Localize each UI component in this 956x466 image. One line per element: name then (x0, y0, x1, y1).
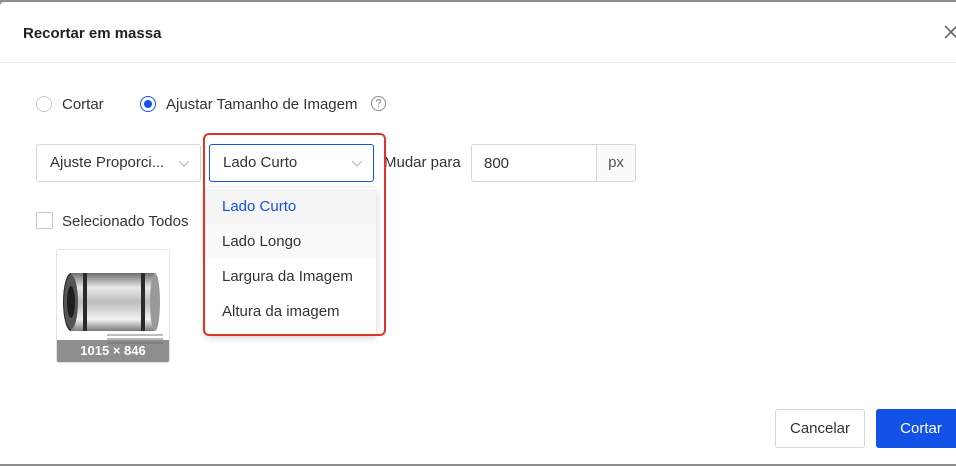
resize-method-select[interactable]: Ajuste Proporci... (36, 144, 201, 182)
question-circle-icon[interactable] (370, 95, 387, 112)
chevron-down-icon (351, 160, 363, 167)
confirm-button[interactable]: Cortar (876, 409, 956, 448)
radio-cortar[interactable] (36, 96, 52, 112)
side-select[interactable]: Lado Curto (209, 144, 374, 182)
side-dropdown-menu: Lado Curto Lado Longo Largura da Imagem … (206, 188, 376, 336)
resize-method-value: Ajuste Proporci... (50, 154, 165, 171)
radio-resize[interactable] (140, 96, 156, 112)
select-all-checkbox[interactable] (36, 212, 53, 229)
option-altura-imagem[interactable]: Altura da imagem (206, 294, 376, 329)
option-lado-longo[interactable]: Lado Longo (206, 224, 376, 259)
option-largura-imagem[interactable]: Largura da Imagem (206, 259, 376, 294)
image-dimensions: 1015 × 846 (57, 340, 169, 362)
select-all-label: Selecionado Todos (62, 213, 189, 230)
dialog-title: Recortar em massa (23, 25, 162, 42)
mode-radio-cortar[interactable]: Cortar (36, 94, 104, 114)
dialog-header: Recortar em massa (0, 2, 956, 63)
cancel-button[interactable]: Cancelar (775, 409, 865, 448)
radio-cortar-label: Cortar (62, 95, 104, 113)
option-lado-curto[interactable]: Lado Curto (206, 189, 376, 224)
change-to-label: Mudar para (384, 154, 461, 171)
size-input[interactable] (471, 144, 597, 182)
image-thumbnail[interactable]: 1015 × 846 (56, 249, 170, 363)
side-select-value: Lado Curto (223, 154, 298, 171)
unit-label: px (596, 144, 636, 182)
radio-resize-label: Ajustar Tamanho de Imagem (166, 95, 358, 113)
mode-radio-resize[interactable]: Ajustar Tamanho de Imagem (140, 94, 358, 114)
bulk-crop-dialog: Recortar em massa Cortar Ajustar Tamanho… (0, 2, 956, 464)
chevron-down-icon (178, 160, 190, 167)
close-icon[interactable] (943, 24, 956, 40)
